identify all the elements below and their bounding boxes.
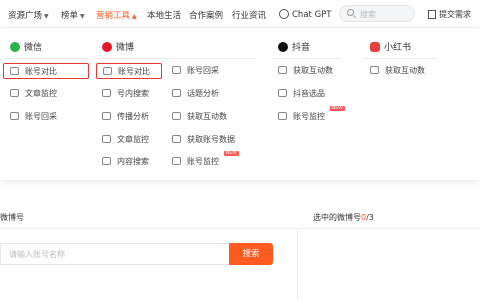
- weibo-account-compare[interactable]: 账号对比: [96, 63, 162, 79]
- top-nav-bar: 资源广场 ▼ 榜单 ▼ 营销工具 ▲ 本地生活 合作案例 行业资讯 Chat GPT …: [0, 0, 480, 28]
- monitor-icon: [172, 157, 181, 165]
- nav-chatgpt[interactable]: Chat GPT: [279, 9, 331, 20]
- xiaohongshu-heading: 小红书: [370, 40, 411, 53]
- data-icon: [172, 135, 181, 143]
- weibo-get-account-data[interactable]: 获取账号数据: [172, 132, 235, 148]
- divider: [364, 58, 436, 59]
- douyin-product-selection[interactable]: 抖音选品: [278, 86, 325, 102]
- monitor-icon: [102, 135, 111, 143]
- search-icon: [347, 9, 354, 16]
- weibo-topic-analysis[interactable]: 话题分析: [172, 86, 219, 102]
- document-icon: [428, 10, 436, 19]
- weibo-get-interactions[interactable]: 获取互动数: [172, 109, 227, 125]
- monitor-icon: [278, 112, 287, 120]
- nav-rankings[interactable]: 榜单 ▼: [61, 9, 85, 21]
- weibo-heading: 微博: [102, 40, 134, 53]
- wechat-account-backfill[interactable]: 账号回采: [10, 109, 57, 125]
- search-button[interactable]: 搜索: [229, 243, 273, 265]
- chatgpt-icon: [279, 9, 289, 19]
- compare-icon: [10, 67, 19, 75]
- interaction-icon: [278, 66, 287, 74]
- chevron-down-icon: ▼: [80, 13, 85, 20]
- submit-request-button[interactable]: 提交需求: [428, 9, 471, 20]
- new-badge: NEW: [330, 106, 345, 111]
- monitor-icon: [10, 89, 19, 97]
- search-input[interactable]: 搜索: [339, 5, 415, 22]
- weibo-logo-icon: [102, 42, 112, 52]
- weibo-in-account-search[interactable]: 号内搜索: [102, 86, 149, 102]
- chevron-up-icon: ▲: [132, 13, 137, 20]
- interaction-icon: [370, 66, 379, 74]
- divider: [272, 58, 340, 59]
- search-icon: [102, 89, 111, 97]
- new-badge: NEW: [224, 151, 239, 156]
- chart-icon: [102, 112, 111, 120]
- wechat-logo-icon: [10, 42, 20, 52]
- product-icon: [278, 89, 287, 97]
- backfill-icon: [172, 66, 181, 74]
- divider: [0, 228, 480, 229]
- douyin-account-monitor[interactable]: 账号监控 NEW: [278, 106, 345, 125]
- topic-icon: [172, 89, 181, 97]
- nav-local-life[interactable]: 本地生活: [147, 9, 181, 21]
- weibo-content-search[interactable]: 内容搜索: [102, 154, 149, 170]
- divider: [297, 228, 298, 300]
- account-name-input[interactable]: 请输入账号名称: [0, 243, 229, 265]
- weibo-account-monitor[interactable]: 账号监控 NEW: [172, 151, 239, 170]
- weibo-article-monitor[interactable]: 文章监控: [102, 132, 149, 148]
- divider: [0, 58, 88, 59]
- weibo-account-backfill[interactable]: 账号回采: [172, 63, 219, 79]
- weibo-account-label: 微博号: [0, 213, 24, 222]
- nav-resources[interactable]: 资源广场 ▼: [8, 9, 49, 21]
- nav-industry-news[interactable]: 行业资讯: [232, 9, 266, 21]
- wechat-account-compare[interactable]: 账号对比: [3, 63, 89, 79]
- nav-cases[interactable]: 合作案例: [189, 9, 223, 21]
- interaction-icon: [172, 112, 181, 120]
- wechat-article-monitor[interactable]: 文章监控: [10, 86, 57, 102]
- list-icon: [102, 157, 111, 165]
- backfill-icon: [10, 112, 19, 120]
- xiaohongshu-logo-icon: [370, 42, 380, 52]
- compare-icon: [103, 67, 112, 75]
- nav-marketing-tools[interactable]: 营销工具 ▲: [96, 9, 137, 21]
- douyin-get-interactions[interactable]: 获取互动数: [278, 63, 333, 79]
- douyin-logo-icon: [278, 42, 288, 52]
- chevron-down-icon: ▼: [44, 13, 49, 20]
- weibo-spread-analysis[interactable]: 传播分析: [102, 109, 149, 125]
- douyin-heading: 抖音: [278, 40, 310, 53]
- selected-accounts-label: 选中的微博号0/3: [313, 213, 374, 222]
- marketing-tools-dropdown: 微信 账号对比 文章监控 账号回采 微博 账号对比 号内搜索 传播分析 文章监控…: [0, 28, 480, 180]
- wechat-heading: 微信: [10, 40, 42, 53]
- divider: [96, 58, 256, 59]
- xiaohongshu-get-interactions[interactable]: 获取互动数: [370, 63, 425, 79]
